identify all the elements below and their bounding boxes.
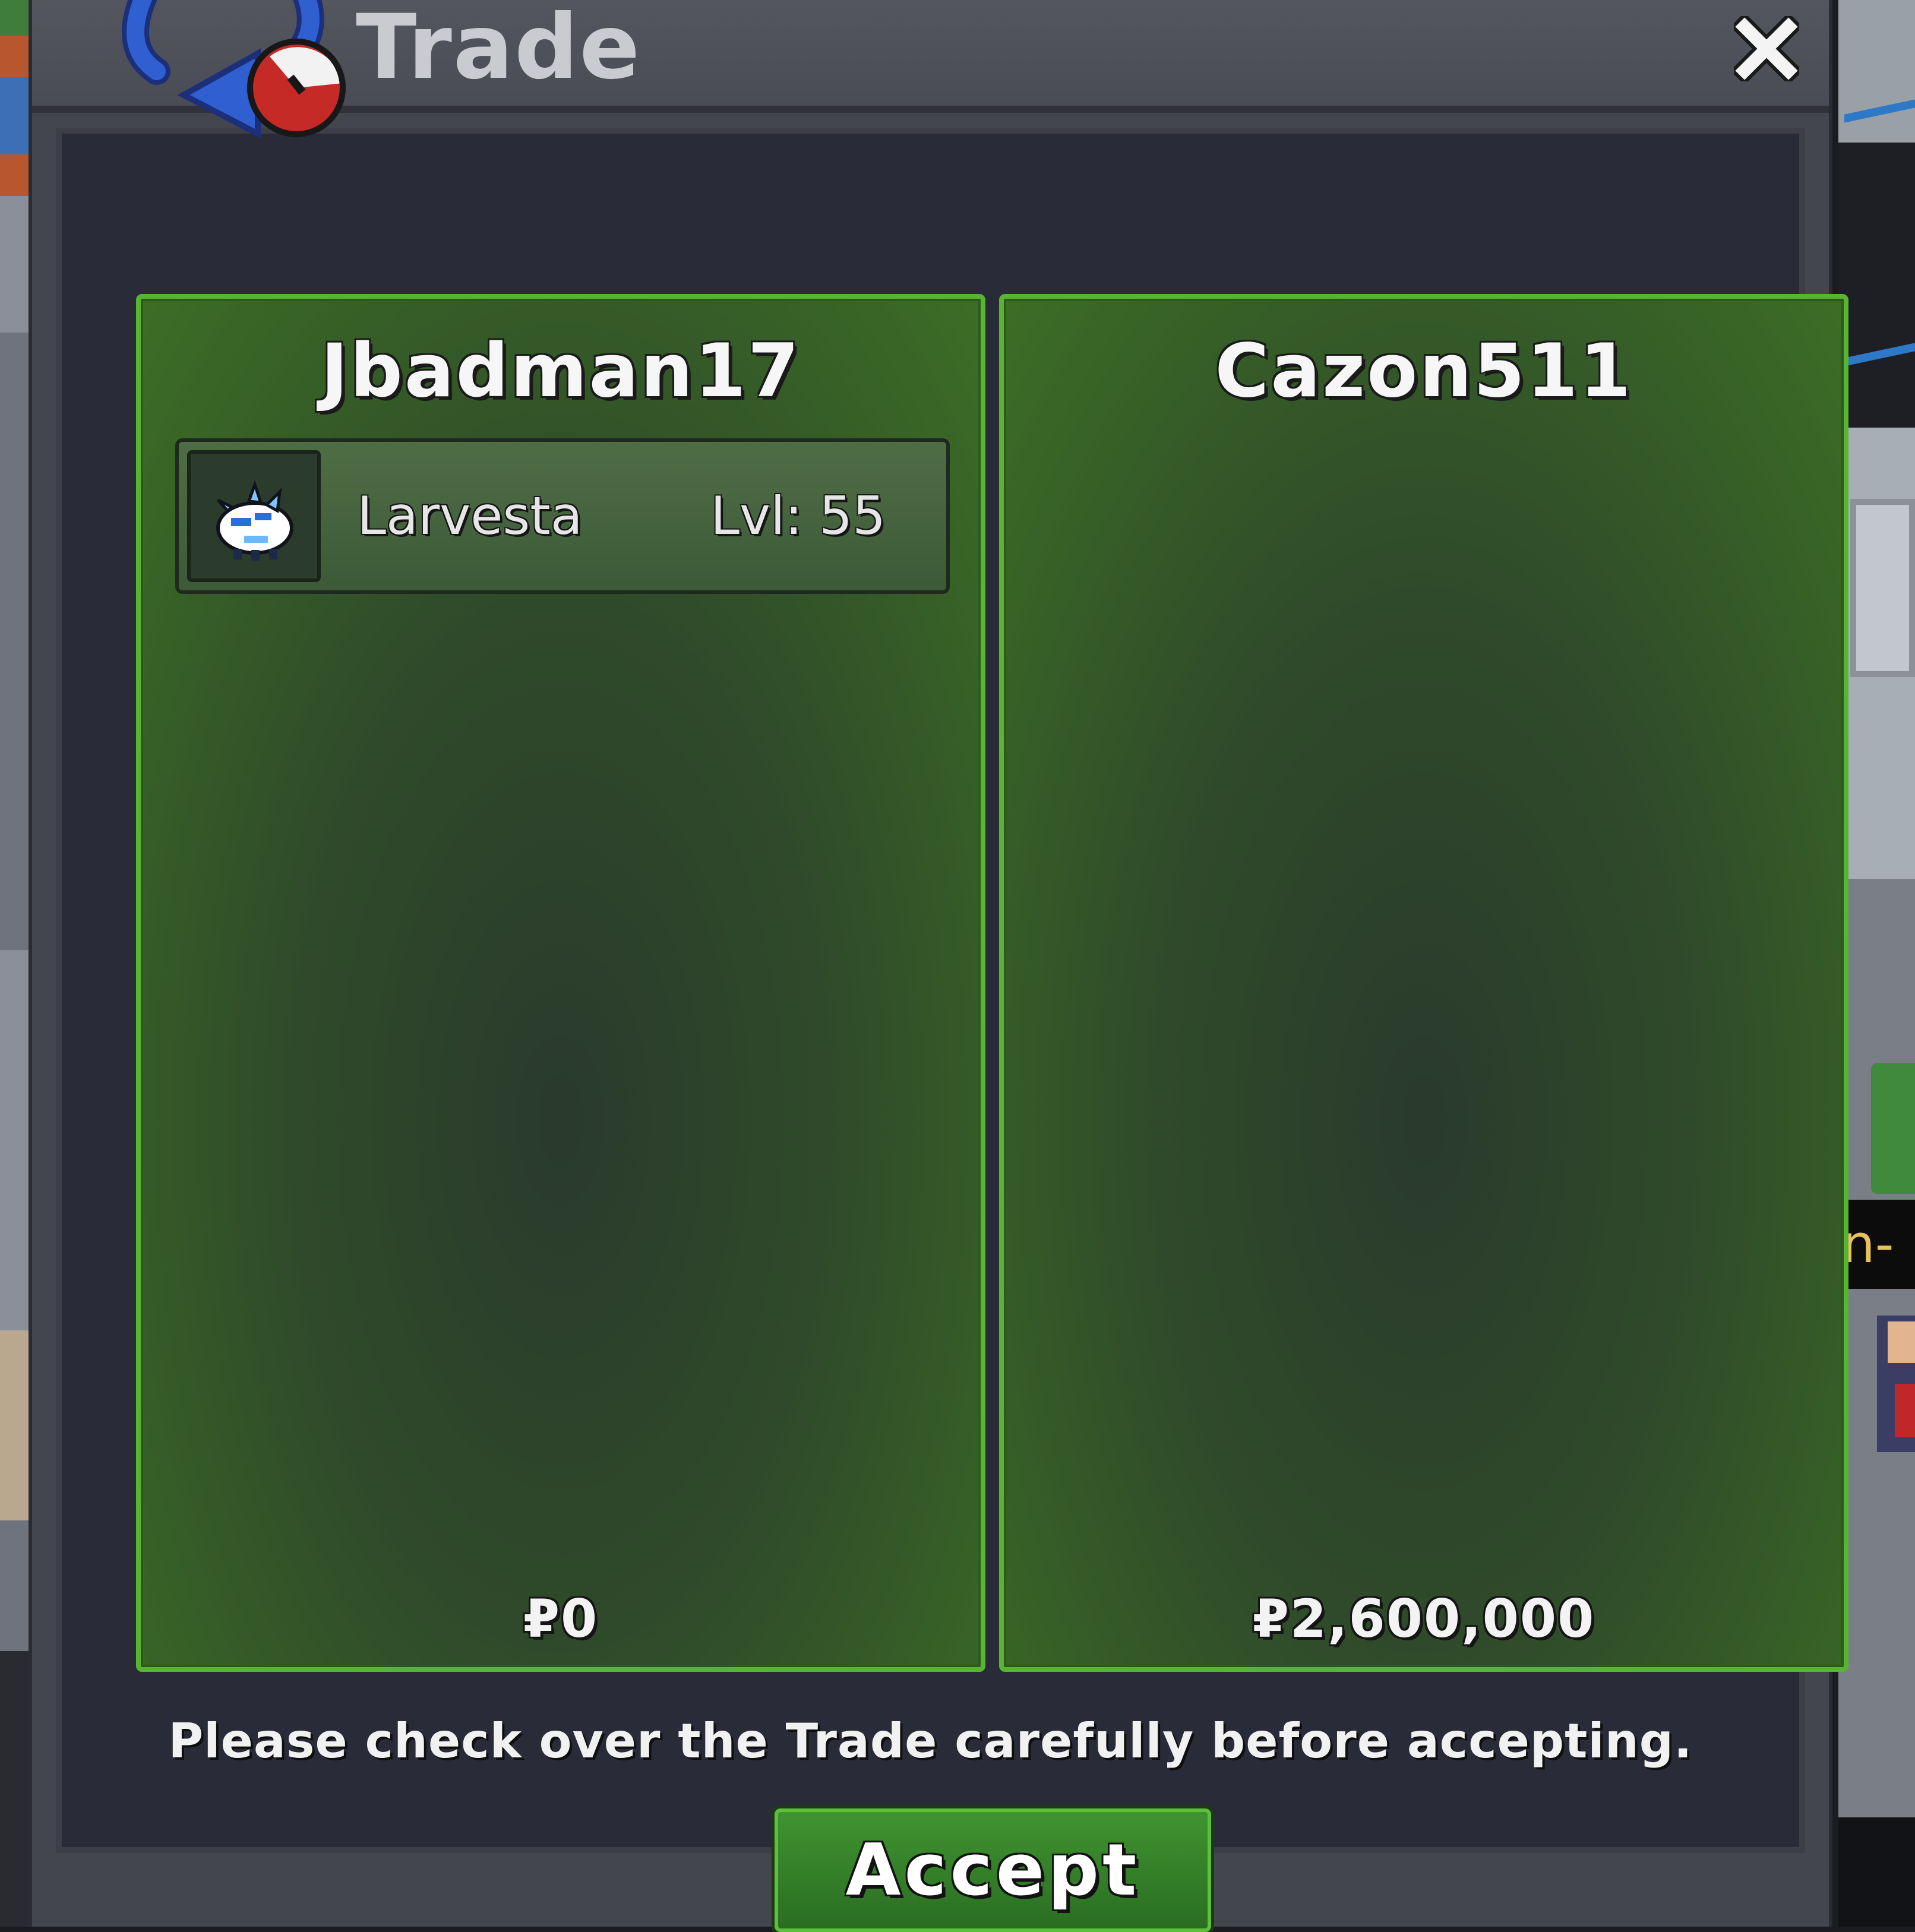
background-scene-right — [1838, 0, 1915, 1927]
background-block — [1850, 499, 1915, 677]
background-plant — [1871, 1063, 1915, 1194]
money-offer: ₽0 — [523, 1588, 599, 1649]
trade-panel-cazon511: Cazon511 ₽2,600,000 — [999, 294, 1848, 1672]
window-title: Trade — [356, 0, 642, 99]
larvesta-sprite-icon — [216, 480, 293, 561]
trade-swap-icon — [122, 0, 346, 139]
pokemon-offer-row[interactable]: Larvesta Lvl: 55 — [175, 438, 950, 594]
money-offer: ₽2,600,000 — [1252, 1588, 1595, 1649]
pokemon-level: Lvl: 55 — [710, 485, 886, 546]
pokemon-name: Larvesta — [357, 485, 583, 546]
background-npc-clothes — [1895, 1384, 1915, 1437]
background-name-tag: n-T — [1838, 1200, 1915, 1289]
trade-content-area: Jbadman17 Larvesta Lvl: 55 ₽0 Cazon511 ₽… — [56, 128, 1848, 1932]
close-icon — [1734, 16, 1799, 81]
player-name: Cazon511 — [1215, 328, 1633, 414]
background-scene-left — [0, 0, 30, 1927]
trade-panel-jbadman17: Jbadman17 Larvesta Lvl: 55 ₽0 — [136, 294, 985, 1672]
trade-notice: Please check over the Trade carefully be… — [168, 1713, 1693, 1769]
background-npc-face — [1888, 1321, 1915, 1363]
close-button[interactable] — [1725, 7, 1808, 90]
trade-window: Trade Jbadman17 Larvesta Lvl: 55 ₽0 Cazo… — [29, 0, 1848, 1932]
pokemon-sprite-slot — [187, 450, 321, 582]
accept-button[interactable]: Accept — [775, 1808, 1211, 1932]
player-name: Jbadman17 — [320, 328, 801, 414]
